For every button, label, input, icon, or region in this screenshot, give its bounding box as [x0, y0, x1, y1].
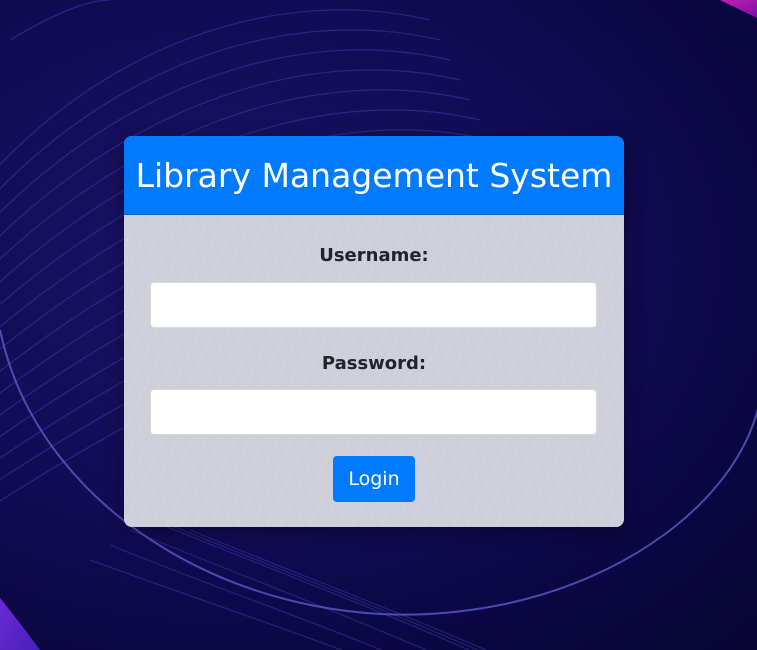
login-button[interactable]: Login — [333, 456, 415, 502]
login-form: Username: Password: Login — [124, 215, 624, 527]
login-card: Library Management System Username: Pass… — [124, 136, 624, 527]
username-label: Username: — [319, 245, 429, 266]
password-label: Password: — [321, 353, 427, 374]
password-input[interactable] — [150, 389, 597, 435]
card-header: Library Management System — [124, 136, 624, 215]
username-input[interactable] — [150, 282, 597, 328]
page-title: Library Management System — [135, 155, 613, 195]
